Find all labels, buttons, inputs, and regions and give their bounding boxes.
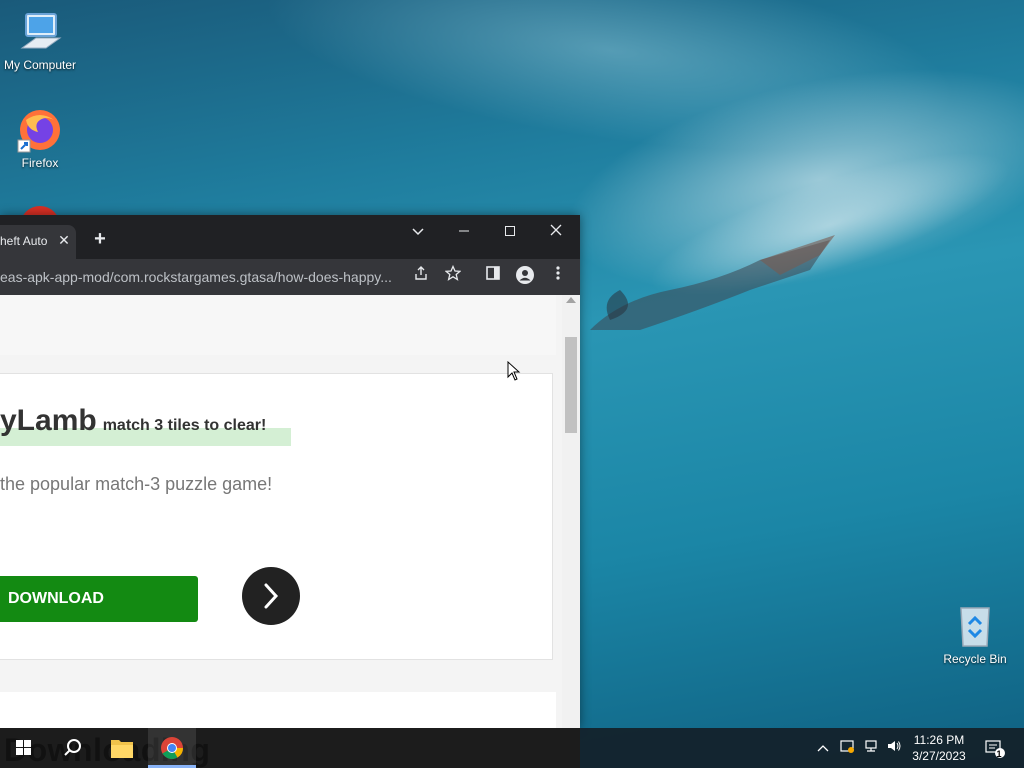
clock-time: 11:26 PM: [913, 733, 965, 747]
ad-title-tagline: match 3 tiles to clear!: [102, 417, 267, 434]
desktop-icon-label: Recycle Bin: [943, 652, 1007, 666]
shield-warning-icon: [840, 740, 854, 753]
tab-title: heft Auto: [0, 234, 48, 248]
clipped-heading: [0, 295, 200, 297]
maximize-button[interactable]: [495, 221, 525, 241]
desktop-icon-firefox[interactable]: Firefox: [0, 106, 80, 170]
minimize-button[interactable]: [449, 221, 479, 241]
address-bar[interactable]: eas-apk-app-mod/com.rockstargames.gtasa/…: [0, 269, 395, 285]
ad-title: yLamb match 3 tiles to clear!: [0, 404, 266, 438]
desktop-icon-label: Firefox: [21, 156, 59, 170]
scroll-up-arrow[interactable]: [566, 297, 576, 303]
star-icon: [444, 264, 462, 281]
file-explorer-button[interactable]: [98, 728, 146, 768]
more-vert-icon: [556, 266, 560, 280]
chevron-up-icon: [817, 745, 829, 752]
ad-card[interactable]: yLamb match 3 tiles to clear! the popular…: [0, 373, 553, 660]
close-icon: [550, 224, 562, 236]
clock-date: 3/27/2023: [912, 749, 966, 763]
side-panel-button[interactable]: [481, 265, 505, 289]
menu-button[interactable]: [546, 265, 570, 289]
profile-button[interactable]: [513, 265, 537, 289]
next-content-card: [0, 692, 556, 728]
page-content: yLamb match 3 tiles to clear! the popular…: [0, 295, 562, 728]
diver-image: [590, 235, 835, 330]
chevron-down-icon: [412, 228, 424, 236]
maximize-icon: [505, 226, 515, 236]
share-icon: [415, 266, 427, 280]
taskbar: Downloading 11:26 PM 3/27/2023 1: [0, 728, 1024, 768]
bookmark-button[interactable]: [441, 264, 465, 289]
mouse-cursor-icon: [507, 361, 521, 381]
desktop-icon-label: My Computer: [3, 58, 77, 72]
tab-search-button[interactable]: [403, 221, 433, 241]
firefox-icon: [16, 106, 64, 154]
page-header-area: [0, 295, 556, 355]
speaker-icon: [888, 741, 901, 751]
desktop-icon-my-computer[interactable]: My Computer: [0, 8, 80, 72]
share-button[interactable]: [409, 265, 433, 289]
chrome-icon: [161, 737, 183, 759]
next-arrow-button[interactable]: [242, 567, 300, 625]
download-button[interactable]: DOWNLOAD: [0, 576, 198, 622]
tab-close-icon[interactable]: ✕: [56, 232, 72, 248]
show-hidden-icons-button[interactable]: [813, 738, 833, 758]
start-button[interactable]: [0, 728, 48, 768]
side-panel-icon: [486, 266, 500, 280]
browser-titlebar[interactable]: heft Auto ✕ +: [0, 215, 580, 259]
windows-logo-icon: [16, 740, 31, 755]
network-icon: [865, 740, 877, 752]
taskbar-clock[interactable]: 11:26 PM 3/27/2023: [908, 732, 970, 764]
desktop-icon-recycle-bin[interactable]: Recycle Bin: [935, 602, 1015, 666]
notification-badge: 1: [996, 749, 1002, 759]
computer-icon: [16, 8, 64, 56]
search-button[interactable]: [48, 728, 96, 768]
browser-toolbar: eas-apk-app-mod/com.rockstargames.gtasa/…: [0, 259, 580, 295]
chevron-right-icon: [264, 583, 279, 609]
minimize-icon: [459, 230, 469, 232]
new-tab-button[interactable]: +: [90, 229, 110, 249]
ad-description: the popular match-3 puzzle game!: [0, 474, 273, 494]
profile-icon: [516, 266, 534, 284]
browser-tab[interactable]: heft Auto ✕: [0, 225, 76, 259]
scrollbar[interactable]: [562, 295, 580, 728]
security-tray-icon[interactable]: [837, 738, 857, 758]
recycle-bin-icon: [951, 602, 999, 650]
scroll-thumb[interactable]: [565, 337, 577, 433]
search-icon: [64, 739, 81, 756]
close-button[interactable]: [541, 221, 571, 241]
volume-tray-icon[interactable]: [884, 738, 904, 758]
chrome-taskbar-button[interactable]: [148, 728, 196, 768]
notification-center-button[interactable]: 1: [983, 738, 1007, 759]
folder-icon: [111, 740, 133, 758]
network-tray-icon[interactable]: [861, 738, 881, 758]
browser-window: heft Auto ✕ + eas-apk-app-mod/com.rockst…: [0, 215, 580, 728]
ad-title-main: yLamb: [0, 404, 97, 437]
